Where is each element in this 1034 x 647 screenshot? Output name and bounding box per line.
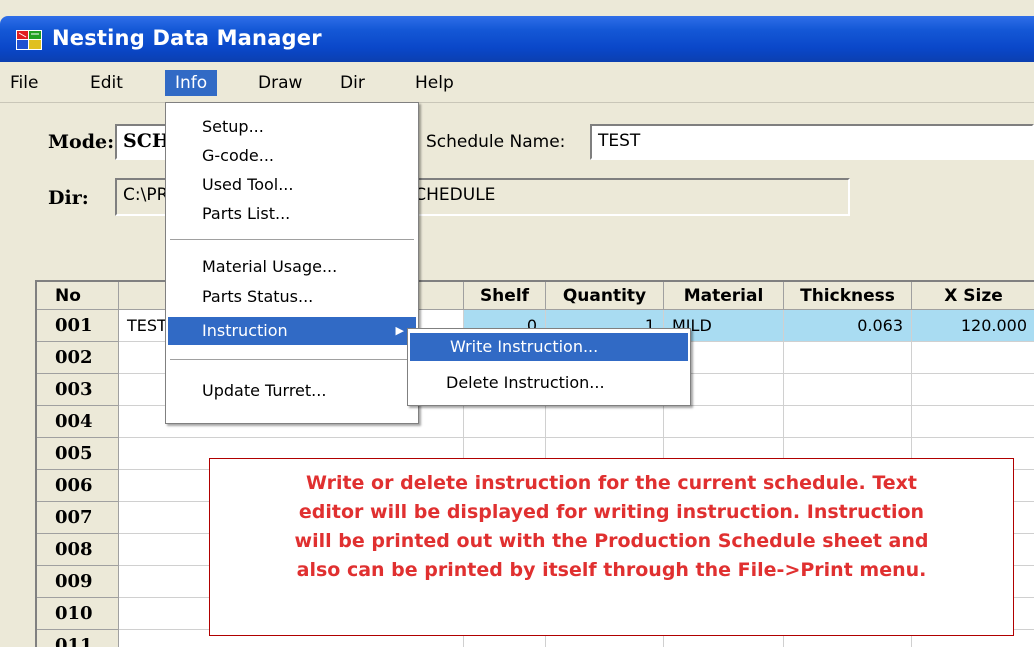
menu-info[interactable]: Info (165, 70, 218, 96)
row-header[interactable]: 006 (37, 470, 119, 502)
app-icon (16, 30, 42, 50)
menu-item-instruction[interactable]: Instruction ▶ (168, 317, 416, 345)
callout-line: Write or delete instruction for the curr… (305, 472, 918, 494)
menu-item-parts-status[interactable]: Parts Status... (168, 283, 416, 311)
row-header[interactable]: 009 (37, 566, 119, 598)
menu-bar: File Edit Info Draw Dir Help (0, 62, 1034, 103)
menu-item-delete-instruction[interactable]: Delete Instruction... (410, 369, 688, 397)
row-header[interactable]: 003 (37, 374, 119, 406)
dir-label: Dir: (48, 187, 89, 209)
row-header[interactable]: 007 (37, 502, 119, 534)
table-cell-thickness[interactable]: 0.063 (784, 310, 912, 342)
menu-dir[interactable]: Dir (330, 70, 375, 96)
menu-draw[interactable]: Draw (248, 70, 312, 96)
window-title: Nesting Data Manager (52, 26, 322, 50)
menu-help[interactable]: Help (405, 70, 464, 96)
row-header[interactable]: 004 (37, 406, 119, 438)
column-header-thickness[interactable]: Thickness (784, 282, 912, 310)
menu-item-instruction-label: Instruction (202, 321, 288, 340)
info-menu-dropdown: Setup... G-code... Used Tool... Parts Li… (165, 102, 419, 424)
column-header-no[interactable]: No (37, 282, 119, 310)
menu-file[interactable]: File (0, 70, 48, 96)
callout-line: will be printed out with the Production … (294, 530, 929, 552)
row-header[interactable]: 011 (37, 630, 119, 647)
menu-separator (170, 239, 414, 240)
menu-item-setup[interactable]: Setup... (168, 113, 416, 141)
menu-item-write-instruction[interactable]: Write Instruction... (410, 333, 688, 361)
column-header-material[interactable]: Material (664, 282, 784, 310)
mode-label: Mode: (48, 131, 115, 153)
schedule-name-label: Schedule Name: (426, 132, 566, 152)
column-header-xsize[interactable]: X Size (912, 282, 1034, 310)
row-header[interactable]: 008 (37, 534, 119, 566)
row-header[interactable]: 005 (37, 438, 119, 470)
column-header-shelf[interactable]: Shelf (464, 282, 546, 310)
row-header[interactable]: 010 (37, 598, 119, 630)
column-header-quantity[interactable]: Quantity (546, 282, 664, 310)
instruction-callout: Write or delete instruction for the curr… (209, 458, 1014, 636)
menu-edit[interactable]: Edit (80, 70, 133, 96)
title-bar[interactable]: Nesting Data Manager (0, 16, 1034, 62)
menu-separator (170, 359, 414, 360)
table-cell-xsize[interactable]: 120.000 (912, 310, 1034, 342)
menu-item-used-tool[interactable]: Used Tool... (168, 171, 416, 199)
menu-item-update-turret[interactable]: Update Turret... (168, 377, 416, 405)
callout-line: editor will be displayed for writing ins… (298, 501, 925, 523)
callout-line: also can be printed by itself through th… (296, 559, 927, 581)
submenu-arrow-icon: ▶ (395, 324, 404, 337)
menu-item-gcode[interactable]: G-code... (168, 142, 416, 170)
schedule-name-field[interactable]: TEST (590, 124, 1034, 160)
menu-item-material-usage[interactable]: Material Usage... (168, 253, 416, 281)
row-header[interactable]: 001 (37, 310, 119, 342)
app-window: Nesting Data Manager File Edit Info Draw… (0, 0, 1034, 647)
row-header[interactable]: 002 (37, 342, 119, 374)
menu-item-parts-list[interactable]: Parts List... (168, 200, 416, 228)
instruction-submenu: Write Instruction... Delete Instruction.… (407, 328, 691, 406)
